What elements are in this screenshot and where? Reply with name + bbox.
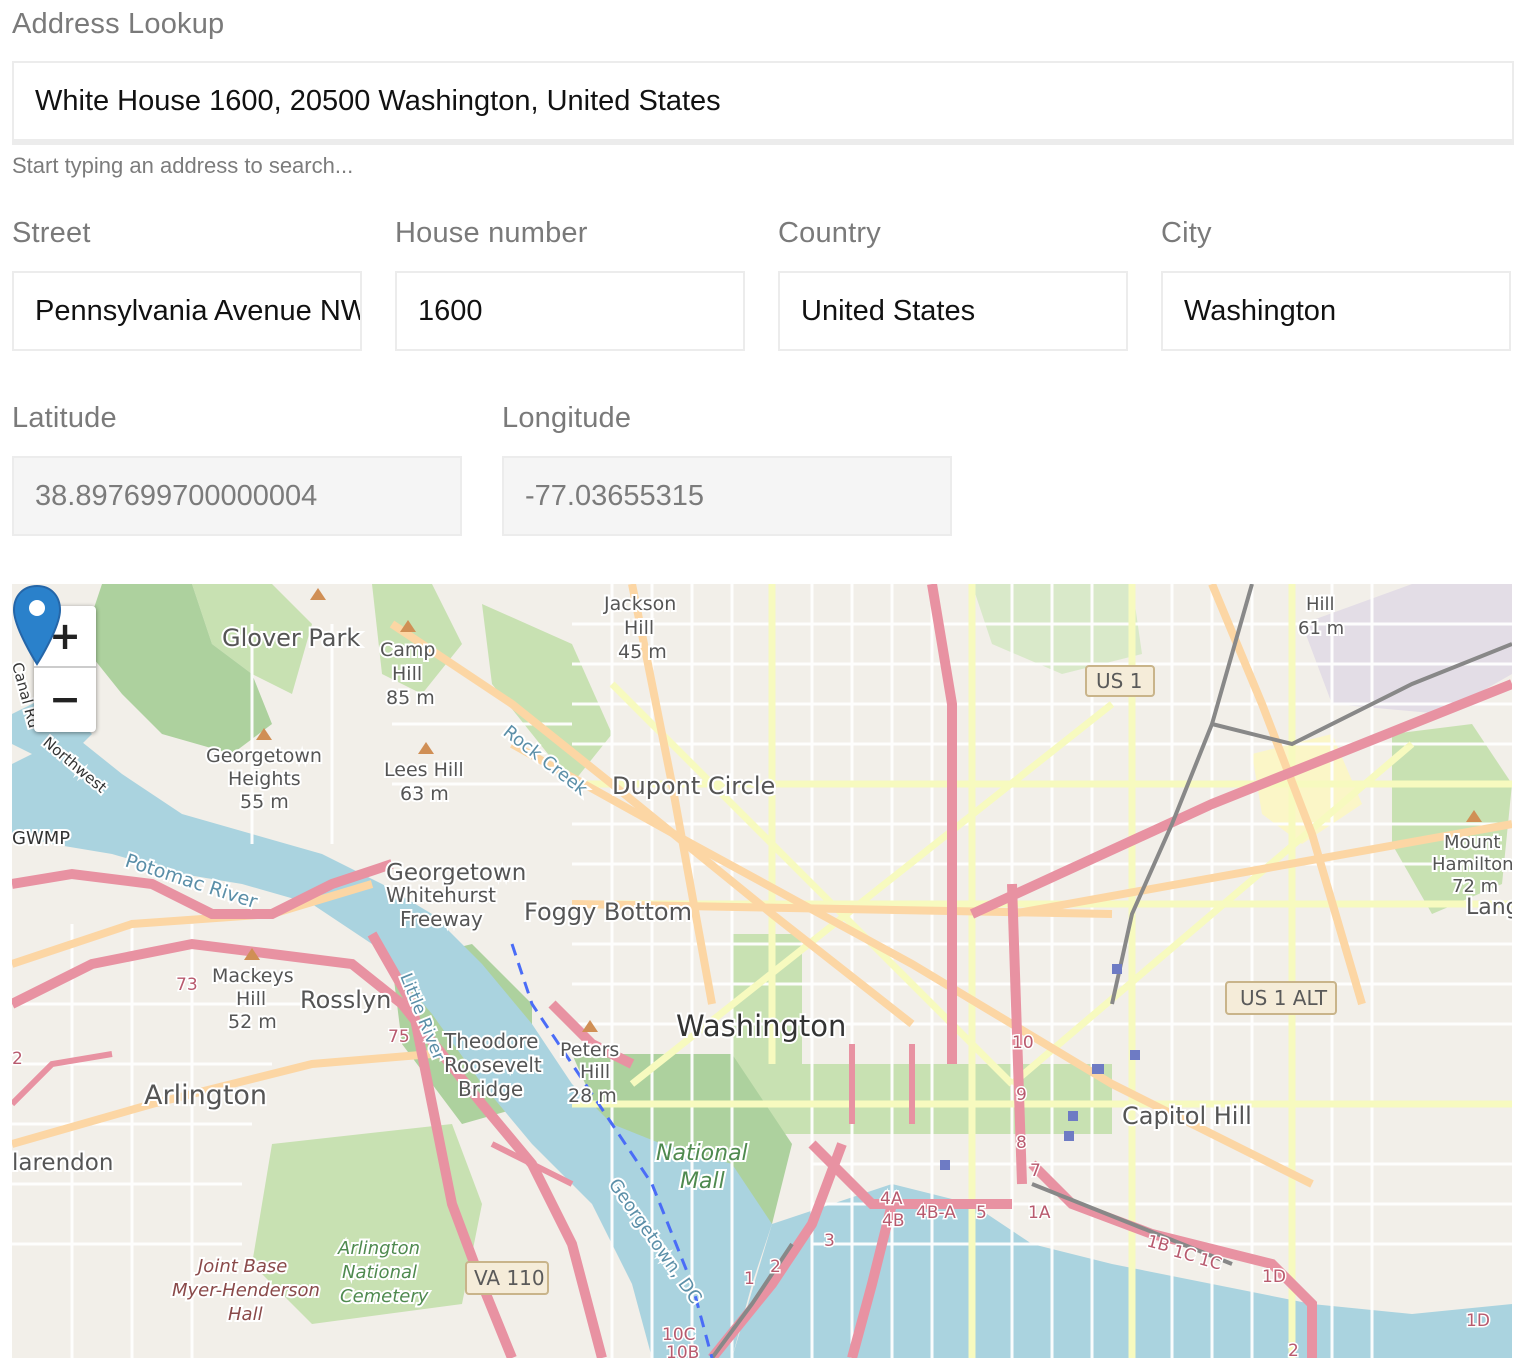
shield-us1: US 1	[1085, 665, 1155, 697]
map-tiles[interactable]: Glover Park Camp Hill 85 m Jackson Hill …	[12, 584, 1512, 1358]
map-label-hall: Hall	[228, 1304, 263, 1325]
shield-va110: VA 110	[465, 1261, 549, 1295]
map-label-camp-hill-3: 85 m	[386, 687, 435, 709]
map-label-myer: Myer-Henderson	[172, 1280, 320, 1301]
house-number-label: House number	[395, 217, 588, 249]
map-label-bridge: Bridge	[458, 1077, 523, 1101]
map-label-mount-hamilton-3: 72 m	[1452, 876, 1498, 897]
map-label-dupont-circle: Dupont Circle	[612, 772, 775, 800]
map-exit-label: 4A	[880, 1189, 903, 1209]
map-exit-label: 10B	[666, 1343, 699, 1358]
longitude-label: Longitude	[502, 402, 632, 434]
map-label-capitol-hill: Capitol Hill	[1122, 1102, 1252, 1130]
address-lookup-hint: Start typing an address to search...	[12, 153, 354, 178]
map-label-camp-hill: Camp	[380, 639, 435, 661]
map-label-mount-hamilton: Mount	[1444, 832, 1500, 853]
map-label-hill-61: Hill	[1306, 594, 1335, 615]
map-exit-label: 75	[388, 1027, 410, 1047]
map-label-clarendon: larendon	[12, 1150, 113, 1176]
map-label-arl-nat-2: National	[342, 1262, 417, 1283]
latitude-label: Latitude	[12, 402, 117, 434]
map-label-freeway: Freeway	[400, 907, 483, 931]
map-label-lang: Lang	[1466, 895, 1512, 920]
map-label-gwmp: GWMP	[12, 828, 70, 849]
svg-text:US 1 ALT: US 1 ALT	[1240, 986, 1328, 1010]
map-exit-label: 7	[1030, 1161, 1041, 1181]
map-exit-label: 10	[1012, 1033, 1034, 1053]
map-label-peters: Peters	[560, 1039, 619, 1061]
map-label-arl-nat-3: Cemetery	[340, 1286, 429, 1307]
map-label-jackson-hill-2: Hill	[624, 617, 654, 639]
map-label-arlington: Arlington	[144, 1080, 267, 1111]
map-label-rosslyn: Rosslyn	[300, 986, 391, 1014]
map-label-jackson-hill-3: 45 m	[618, 641, 667, 663]
svg-text:VA 110: VA 110	[474, 1266, 545, 1290]
map-exit-label: 2	[770, 1257, 781, 1277]
map-label-foggy-bottom: Foggy Bottom	[524, 898, 692, 926]
map-exit-label: 5	[976, 1203, 987, 1223]
map-label-peters-3: 28 m	[568, 1085, 617, 1107]
address-lookup-input[interactable]: White House 1600, 20500 Washington, Unit…	[12, 61, 1514, 145]
street-field[interactable]: Pennsylvania Avenue NW	[12, 271, 362, 351]
street-label: Street	[12, 217, 91, 249]
city-field[interactable]: Washington	[1161, 271, 1511, 351]
map-exit-label: 1D	[1262, 1267, 1286, 1287]
map-label-mount-hamilton-2: Hamilton	[1432, 854, 1512, 875]
location-marker-icon[interactable]	[12, 584, 62, 666]
map-exit-label: 1A	[1028, 1203, 1051, 1223]
map-view[interactable]: Glover Park Camp Hill 85 m Jackson Hill …	[12, 584, 1512, 1358]
map-exit-label: 4B-A	[916, 1203, 956, 1223]
country-label: Country	[778, 217, 881, 249]
map-exit-label: 4B	[882, 1211, 904, 1231]
house-number-field[interactable]: 1600	[395, 271, 745, 351]
map-exit-label: 73	[176, 975, 198, 995]
longitude-field: -77.03655315	[502, 456, 952, 536]
map-label-georgetown-heights: Georgetown	[206, 745, 322, 767]
map-label-mackeys-3: 52 m	[228, 1011, 277, 1033]
map-label-joint-base: Joint Base	[195, 1256, 287, 1277]
map-label-national: National	[656, 1141, 748, 1166]
map-label-roosevelt: Roosevelt	[444, 1053, 542, 1077]
map-label-mackeys: Mackeys	[212, 965, 294, 987]
svg-text:US 1: US 1	[1096, 669, 1142, 693]
map-label-whitehurst: Whitehurst	[386, 883, 496, 907]
map-exit-label: 3	[824, 1231, 835, 1251]
map-label-washington: Washington	[676, 1009, 846, 1043]
map-exit-label: 9	[1016, 1085, 1027, 1105]
city-label: City	[1161, 217, 1212, 249]
country-field[interactable]: United States	[778, 271, 1128, 351]
map-exit-label: 8	[1016, 1133, 1027, 1153]
zoom-out-button[interactable]: −	[34, 668, 96, 730]
map-label-camp-hill-2: Hill	[392, 663, 422, 685]
address-lookup-label: Address Lookup	[12, 8, 225, 40]
map-label-lees-hill: Lees Hill	[384, 759, 464, 781]
map-exit-label: 10C	[662, 1325, 696, 1345]
map-exit-label: 2	[12, 1049, 23, 1069]
map-label-mackeys-2: Hill	[236, 988, 266, 1010]
map-label-glover-park: Glover Park	[222, 624, 360, 652]
map-label-peters-2: Hill	[580, 1061, 610, 1083]
map-label-georgetown-heights-2: Heights	[228, 768, 301, 790]
map-label-arl-nat: Arlington	[337, 1238, 420, 1259]
map-label-georgetown-heights-3: 55 m	[240, 791, 289, 813]
shield-us1-alt: US 1 ALT	[1225, 981, 1337, 1015]
map-label-hill-61-2: 61 m	[1298, 618, 1344, 639]
map-exit-label: 1D	[1466, 1311, 1490, 1331]
map-label-theodore: Theodore	[443, 1029, 538, 1053]
map-label-mall: Mall	[680, 1169, 725, 1194]
map-exit-label: 1	[744, 1269, 755, 1289]
latitude-field: 38.897699700000004	[12, 456, 462, 536]
map-label-jackson-hill: Jackson	[603, 593, 676, 615]
map-exit-label: 2	[1288, 1341, 1299, 1358]
map-label-lees-hill-2: 63 m	[400, 783, 449, 805]
